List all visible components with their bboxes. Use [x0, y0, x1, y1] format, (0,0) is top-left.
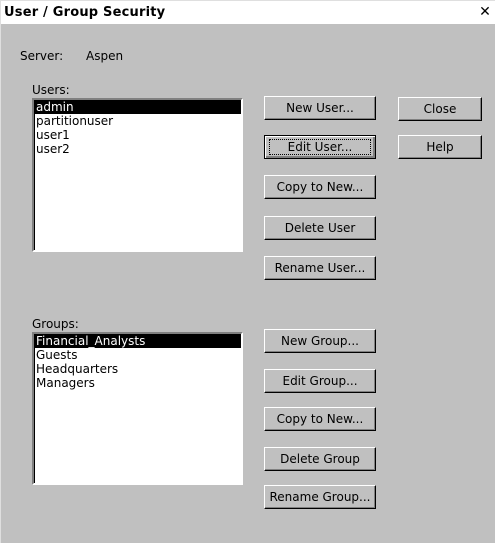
rename-group-button[interactable]: Rename Group... — [264, 485, 376, 509]
delete-group-button[interactable]: Delete Group — [264, 447, 376, 471]
list-item[interactable]: Headquarters — [34, 362, 241, 376]
delete-user-button[interactable]: Delete User — [264, 216, 376, 240]
help-button[interactable]: Help — [398, 135, 482, 159]
edit-group-button[interactable]: Edit Group... — [264, 369, 376, 393]
groups-label: Groups: — [32, 317, 79, 331]
list-item[interactable]: user2 — [34, 142, 241, 156]
edit-user-button-label: Edit User... — [287, 140, 353, 154]
copy-group-button[interactable]: Copy to New... — [264, 407, 376, 431]
list-item[interactable]: Guests — [34, 348, 241, 362]
list-item[interactable]: partitionuser — [34, 114, 241, 128]
window-title: User / Group Security — [4, 5, 166, 20]
server-name: Aspen — [86, 49, 124, 63]
close-button[interactable]: Close — [398, 97, 482, 121]
title-bar[interactable]: User / Group Security ✕ — [1, 1, 495, 25]
user-group-security-dialog: User / Group Security ✕ Server: Aspen Us… — [0, 0, 495, 543]
copy-user-button[interactable]: Copy to New... — [264, 175, 376, 199]
new-user-button[interactable]: New User... — [264, 96, 376, 120]
list-item[interactable]: admin — [34, 100, 241, 114]
groups-listbox[interactable]: Financial_Analysts Guests Headquarters M… — [32, 332, 243, 485]
users-label: Users: — [32, 83, 70, 97]
list-item[interactable]: user1 — [34, 128, 241, 142]
edit-user-button[interactable]: Edit User... — [264, 135, 376, 159]
new-group-button[interactable]: New Group... — [264, 329, 376, 353]
list-item[interactable]: Managers — [34, 376, 241, 390]
rename-user-button[interactable]: Rename User... — [264, 256, 376, 280]
close-icon[interactable]: ✕ — [477, 4, 493, 20]
list-item[interactable]: Financial_Analysts — [34, 334, 241, 348]
server-label: Server: — [20, 49, 64, 63]
users-listbox[interactable]: admin partitionuser user1 user2 — [32, 98, 243, 252]
